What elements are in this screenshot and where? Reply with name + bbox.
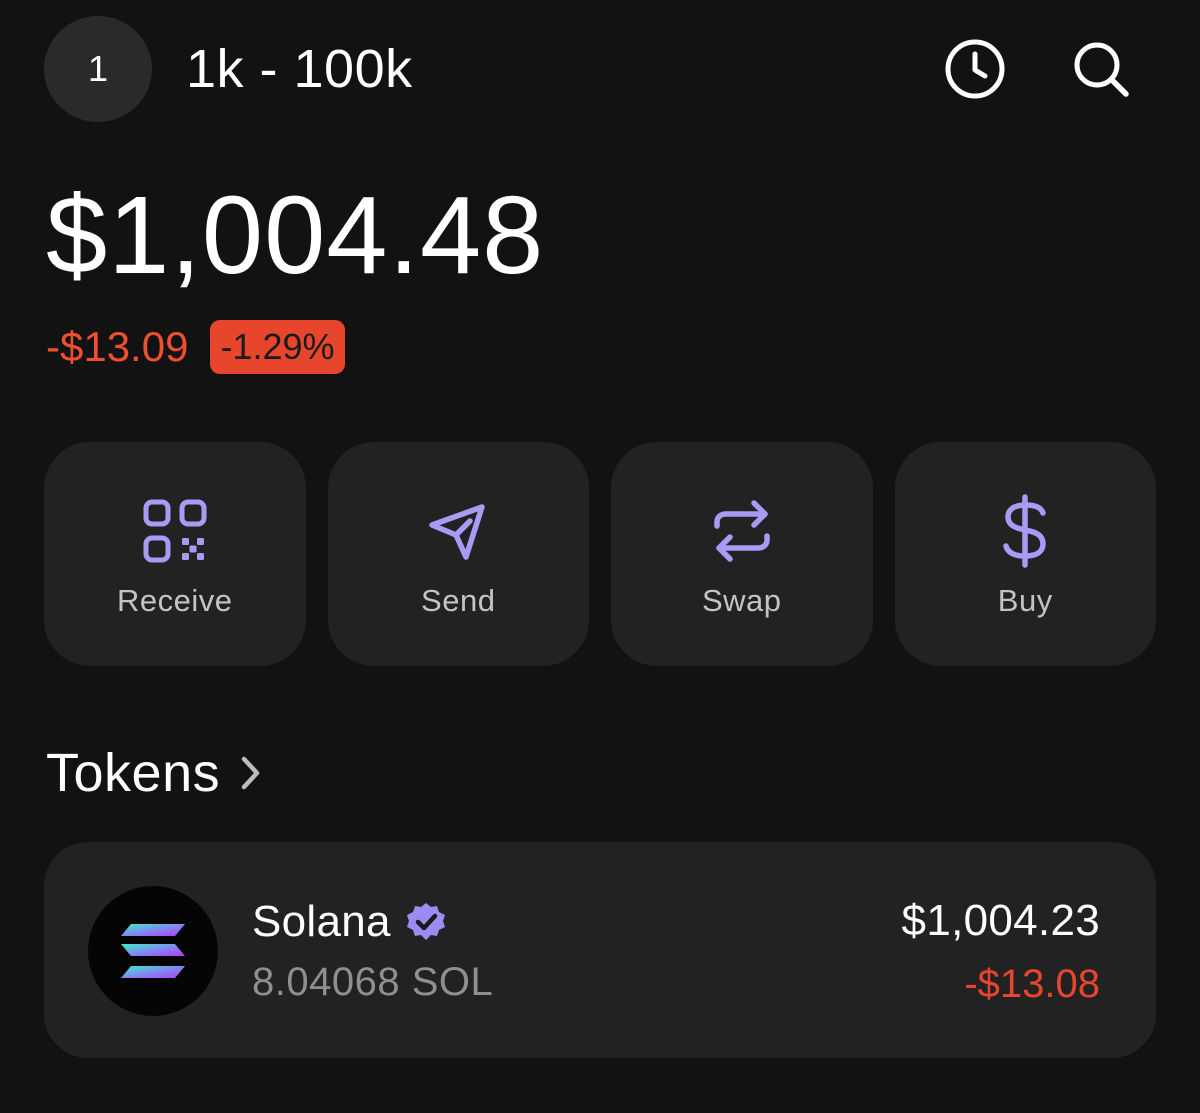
token-change: -$13.08 [964,962,1100,1006]
buy-button[interactable]: Buy [894,442,1156,666]
account-name[interactable]: 1k - 100k [186,38,413,100]
token-amount: 8.04068 SOL [252,960,494,1004]
action-buttons: Receive Send Swap Buy [44,442,1156,666]
swap-button[interactable]: Swap [611,442,873,666]
token-value: $1,004.23 [901,896,1100,945]
token-name: Solana [252,897,391,946]
chevron-right-icon [240,755,262,791]
balance-change-percent-badge: -1.29% [210,320,345,374]
receive-button[interactable]: Receive [44,442,306,666]
token-row-solana[interactable]: Solana 8.04068 SOL $1,004.23 -$13.08 [44,842,1156,1058]
receive-label: Receive [117,583,233,618]
swap-icon [704,493,780,569]
verified-badge-icon [405,901,447,943]
header: 1 1k - 100k [44,16,1156,122]
solana-logo-icon [88,886,218,1016]
send-icon [420,493,496,569]
account-avatar[interactable]: 1 [44,16,152,122]
buy-label: Buy [997,583,1053,618]
tokens-section-link[interactable]: Tokens [46,740,262,806]
dollar-icon [987,493,1063,569]
tokens-title: Tokens [46,743,221,803]
qr-code-icon [137,493,213,569]
send-label: Send [421,583,496,618]
total-balance: $1,004.48 [46,174,545,297]
balance-change-amount: -$13.09 [46,323,189,370]
search-icon[interactable] [1068,36,1134,102]
swap-label: Swap [701,583,782,618]
send-button[interactable]: Send [327,442,589,666]
token-name-row: Solana [252,894,447,950]
balance-change-row: -$13.09 -1.29% [46,318,345,376]
history-icon[interactable] [942,36,1008,102]
wallet-home-screen: 1 1k - 100k $1,004.48 -$13.09 -1.29% Rec… [0,0,1200,1113]
